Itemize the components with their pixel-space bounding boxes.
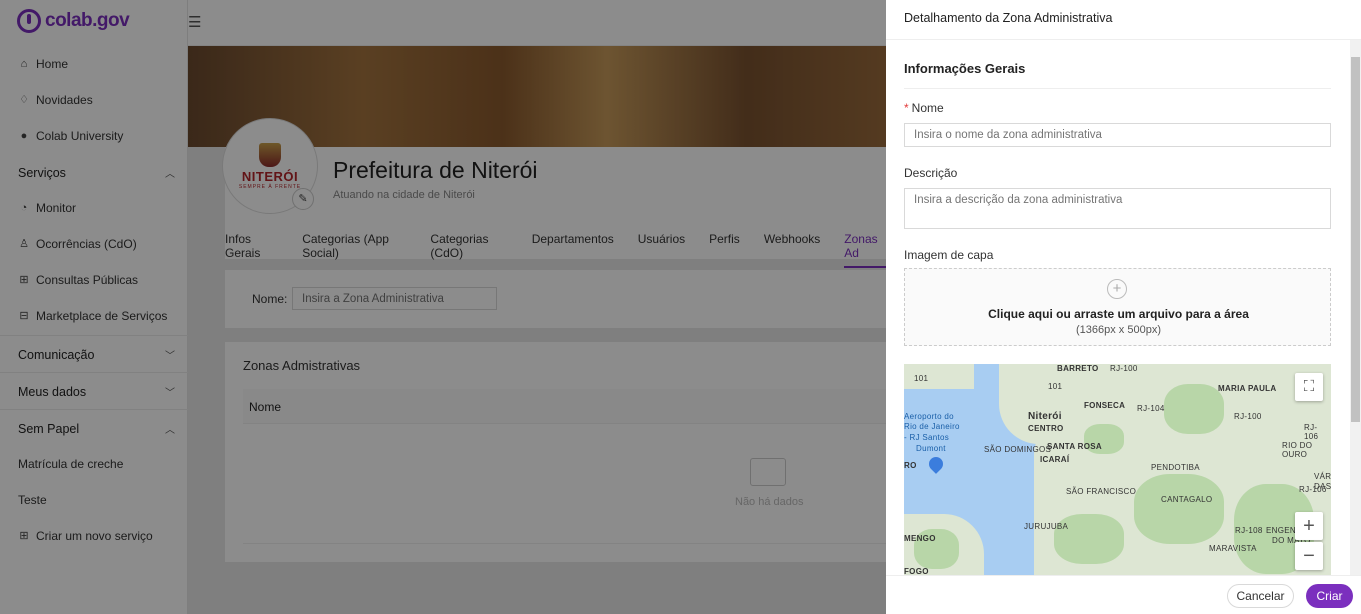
map-label: RJ-108 [1235,526,1263,535]
minus-icon: − [1303,545,1315,567]
map-label: 101 [1048,382,1063,391]
map-park [1164,384,1224,434]
map-label: MARAVISTA [1209,544,1257,553]
map-label: VÁRZEA [1314,472,1331,481]
map-label: PENDOTIBA [1151,463,1200,472]
cover-upload-dropzone[interactable]: + Clique aqui ou arraste um arquivo para… [904,268,1331,346]
map-label: RO [904,461,917,470]
map-label: Rio de Janeiro [904,422,960,431]
map-label: MENGO [904,534,936,543]
map-park [1134,474,1224,544]
plus-circle-icon: + [1107,279,1127,299]
map-label: RJ-106 [1299,485,1327,494]
name-label: * Nome [904,101,944,115]
map-label: SÃO DOMINGOS [984,445,1052,454]
zone-description-textarea[interactable] [904,188,1331,229]
map-label: MARIA PAULA [1218,384,1277,393]
drawer-title: Detalhamento da Zona Administrativa [904,11,1113,25]
cover-image-label: Imagem de capa [904,248,994,262]
modal-overlay[interactable] [0,0,886,614]
map-label: RJ-100 [1110,364,1138,373]
map-label: RJ-106 [1304,423,1319,441]
map-label: RJ-100 [1234,412,1262,421]
zone-name-input[interactable] [904,123,1331,147]
required-asterisk: * [904,101,909,115]
fullscreen-icon: ⛶ [1303,378,1315,395]
map-label: RIO DO OURO [1282,441,1313,459]
map[interactable]: BARRETO RJ-100 MARIA PAULA 101 101 Niter… [904,364,1331,576]
map-label: Niterói [1028,411,1062,422]
map-label: Aeroporto do [904,412,954,421]
map-label: SÃO FRANCISCO [1066,487,1137,496]
map-label: BARRETO [1057,364,1099,373]
upload-dimensions: (1366px x 500px) [1076,324,1161,336]
fullscreen-button[interactable]: ⛶ [1295,373,1323,401]
scrollbar-thumb[interactable] [1351,57,1360,422]
divider [904,88,1331,89]
plus-icon: + [1303,515,1315,537]
map-label: SANTA ROSA [1047,442,1102,451]
map-label: - RJ Santos [904,433,950,442]
cancel-button[interactable]: Cancelar [1227,584,1294,608]
airport-pin-icon[interactable] [926,454,946,474]
zoom-out-button[interactable]: − [1295,542,1323,570]
map-label: Dumont [916,444,946,453]
zone-detail-drawer: Detalhamento da Zona Administrativa Info… [886,0,1361,614]
divider [886,39,1361,40]
description-label: Descrição [904,166,958,180]
map-label: RJ-104 [1137,404,1165,413]
map-label: 101 [914,374,929,383]
create-button[interactable]: Criar [1306,584,1353,608]
map-label: CENTRO [1028,424,1064,433]
section-title: Informações Gerais [904,61,1026,76]
map-label: ICARAÍ [1040,455,1070,464]
name-label-text: Nome [911,101,944,115]
map-label: FONSECA [1084,401,1126,410]
zoom-in-button[interactable]: + [1295,512,1323,540]
map-label: CANTAGALO [1161,495,1213,504]
upload-instructions: Clique aqui ou arraste um arquivo para a… [988,307,1249,321]
map-label: JURUJUBA [1024,522,1069,531]
